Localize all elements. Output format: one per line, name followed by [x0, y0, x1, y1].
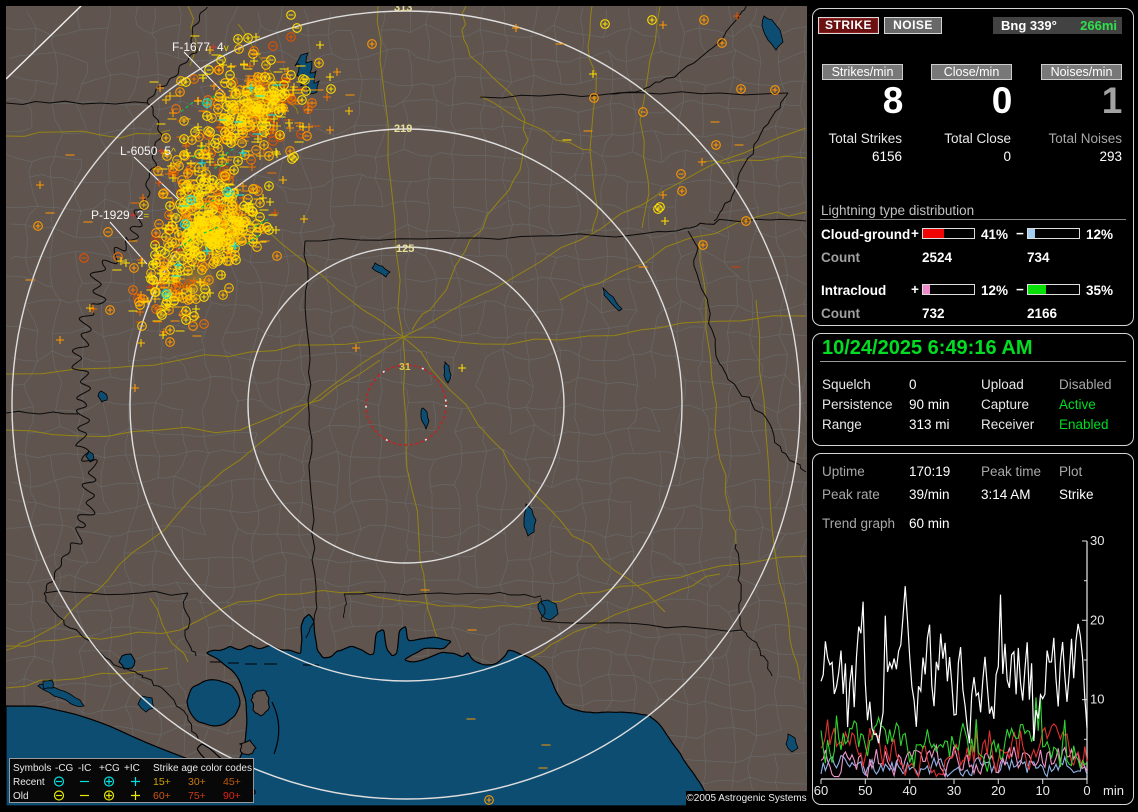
svg-text:60: 60 [814, 783, 828, 798]
svg-text:50: 50 [858, 783, 872, 798]
svg-text:30: 30 [1090, 533, 1104, 548]
svg-text:30: 30 [947, 783, 961, 798]
svg-text:20: 20 [991, 783, 1005, 798]
svg-text:0: 0 [1083, 783, 1090, 798]
svg-text:20: 20 [1090, 612, 1104, 627]
svg-text:10: 10 [1035, 783, 1049, 798]
svg-text:40: 40 [902, 783, 916, 798]
svg-text:min: min [1103, 783, 1124, 798]
svg-text:10: 10 [1090, 692, 1104, 707]
